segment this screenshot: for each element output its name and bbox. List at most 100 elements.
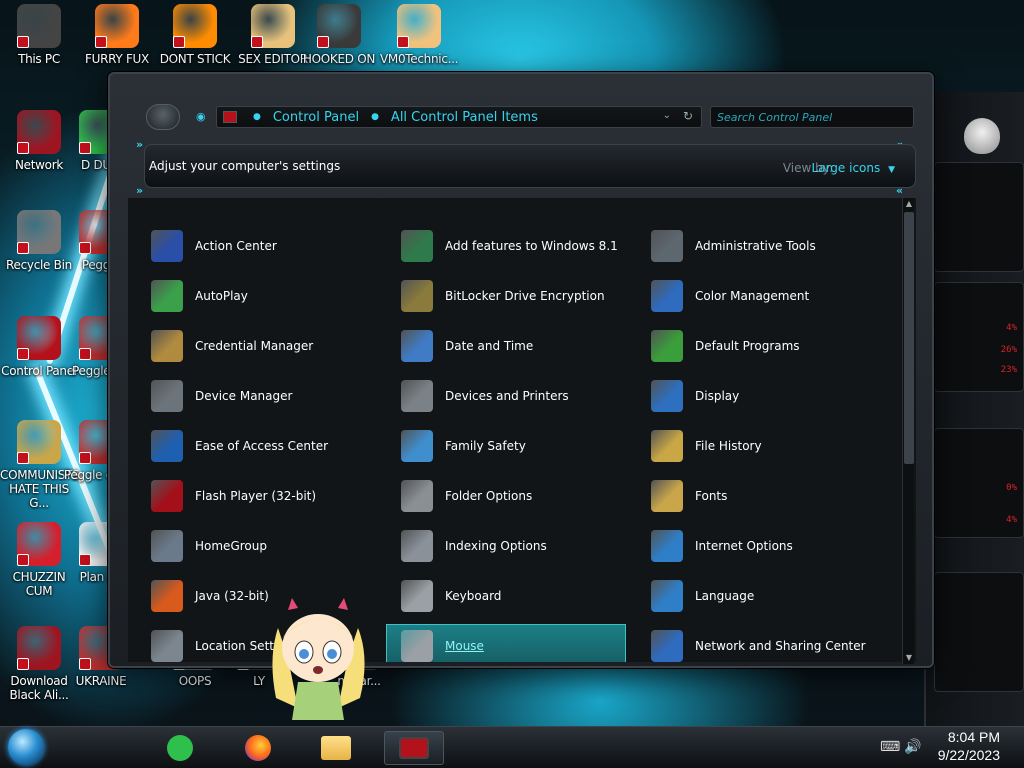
address-dropdown-icon[interactable]: ⌄: [663, 110, 671, 121]
this-pc-icon: [17, 4, 61, 48]
control-panel-item[interactable]: Family Safety: [386, 424, 626, 468]
control-panel-item[interactable]: Devices and Printers: [386, 374, 626, 418]
desktop-shortcut-label: HOOKED ON: [302, 52, 376, 66]
control-panel-item-label: Action Center: [195, 239, 277, 253]
folder-options-icon: [401, 480, 433, 512]
control-panel-item[interactable]: Default Programs: [636, 324, 876, 368]
network-tray-icon[interactable]: ⌨: [880, 739, 900, 755]
scroll-up-icon[interactable]: ▲: [903, 198, 915, 210]
control-panel-item[interactable]: Date and Time: [386, 324, 626, 368]
taskbar-firefox[interactable]: [228, 731, 288, 765]
control-panel-flag-icon: [223, 111, 237, 123]
address-bar[interactable]: ● Control Panel ● All Control Panel Item…: [216, 106, 702, 128]
shortcut-arrow-icon: [79, 348, 91, 360]
taskbar-file-explorer[interactable]: [306, 731, 366, 765]
control-panel-item[interactable]: Internet Options: [636, 524, 876, 568]
control-panel-item[interactable]: Display: [636, 374, 876, 418]
desktop-shortcut[interactable]: DONT STICK: [156, 4, 234, 66]
autoplay-icon: [151, 280, 183, 312]
control-panel-item[interactable]: Ease of Access Center: [136, 424, 376, 468]
control-panel-item[interactable]: Keyboard: [386, 574, 626, 618]
refresh-icon[interactable]: ↻: [683, 109, 693, 123]
gadget-stat: 23%: [1000, 365, 1017, 375]
view-by-dropdown[interactable]: Large icons ▼: [812, 161, 895, 175]
control-panel-item[interactable]: Add features to Windows 8.1: [386, 224, 626, 268]
corner-chevron-icon: ‹‹: [896, 184, 903, 197]
shortcut-arrow-icon: [251, 36, 263, 48]
desktop-shortcut[interactable]: HOOKED ON: [300, 4, 378, 66]
printer-icon: [401, 380, 433, 412]
desktop-shortcut[interactable]: VM0Technic...: [380, 4, 458, 66]
control-panel-item[interactable]: Administrative Tools: [636, 224, 876, 268]
keyboard-icon: [401, 580, 433, 612]
control-panel-window[interactable]: ◉ ● Control Panel ● All Control Panel It…: [108, 72, 934, 668]
language-globe-icon: [651, 580, 683, 612]
star-character-icon: [272, 598, 365, 720]
control-panel-item[interactable]: Color Management: [636, 274, 876, 318]
control-panel-items-list: Action Center Add features to Windows 8.1…: [128, 198, 916, 662]
control-panel-item[interactable]: Network and Sharing Center: [636, 624, 876, 662]
shortcut-arrow-icon: [79, 142, 91, 154]
command-bar: Adjust your computer's settings View by:…: [144, 144, 916, 188]
shortcut-arrow-icon: [317, 36, 329, 48]
shortcut-arrow-icon: [79, 658, 91, 670]
desktop-shortcut-label: DONT STICK: [159, 52, 231, 66]
control-panel-item[interactable]: BitLocker Drive Encryption: [386, 274, 626, 318]
taskbar: ⌨ 🔊 8:04 PM 9/22/2023: [0, 726, 1024, 768]
control-panel-item[interactable]: AutoPlay: [136, 274, 376, 318]
flag-icon: [151, 230, 183, 262]
control-panel-item[interactable]: Folder Options: [386, 474, 626, 518]
back-button[interactable]: [146, 104, 180, 130]
clock-time[interactable]: 8:04 PM: [948, 729, 1000, 745]
control-panel-item[interactable]: Flash Player (32-bit): [136, 474, 376, 518]
gadget-stat: 4%: [1006, 515, 1017, 525]
hooked-on-game-icon: [317, 4, 361, 48]
control-panel-item-label: File History: [695, 439, 762, 453]
scroll-thumb[interactable]: [904, 212, 914, 464]
gadget-panel-disk: 0% 4%: [934, 428, 1024, 538]
desktop-shortcut[interactable]: FURRY FUX: [78, 4, 156, 66]
control-panel-item[interactable]: Device Manager: [136, 374, 376, 418]
family-safety-icon: [401, 430, 433, 462]
start-button[interactable]: [8, 729, 44, 765]
control-panel-item[interactable]: Language: [636, 574, 876, 618]
view-by-value: Large icons: [811, 161, 881, 175]
breadcrumb-control-panel[interactable]: Control Panel: [273, 110, 359, 125]
scroll-down-icon[interactable]: ▼: [903, 652, 915, 664]
search-input[interactable]: Search Control Panel: [710, 106, 914, 128]
control-panel-item[interactable]: Fonts: [636, 474, 876, 518]
page-title: Adjust your computer's settings: [149, 159, 341, 173]
shortcut-arrow-icon: [17, 658, 29, 670]
control-panel-item-label: Family Safety: [445, 439, 526, 453]
shortcut-arrow-icon: [17, 348, 29, 360]
control-panel-item-label: AutoPlay: [195, 289, 248, 303]
star-character-sticker: [258, 598, 378, 720]
control-panel-item-label: Language: [695, 589, 755, 603]
nav-indicator-icon: ◉: [196, 110, 206, 123]
desktop-shortcut-label: UKRAINE: [75, 674, 127, 688]
shortcut-arrow-icon: [173, 36, 185, 48]
shortcut-arrow-icon: [79, 452, 91, 464]
control-panel-item-label: Indexing Options: [445, 539, 547, 553]
desktop-shortcut-label: This PC: [18, 52, 60, 66]
breadcrumb-separator-icon: ●: [253, 112, 261, 122]
taskbar-control-panel[interactable]: [384, 731, 444, 765]
taskbar-notes-app[interactable]: [150, 731, 210, 765]
corner-chevron-icon: ››: [136, 184, 143, 197]
control-panel-item-label: Color Management: [695, 289, 810, 303]
control-panel-item[interactable]: Mouse: [386, 624, 626, 662]
breadcrumb-all-items[interactable]: All Control Panel Items: [391, 110, 538, 125]
volume-tray-icon[interactable]: 🔊: [904, 739, 921, 755]
control-panel-item-label: Keyboard: [445, 589, 502, 603]
control-panel-item[interactable]: Action Center: [136, 224, 376, 268]
desktop-shortcut[interactable]: This PC: [0, 4, 78, 66]
clock-date[interactable]: 9/22/2023: [938, 747, 1000, 763]
control-panel-item-label: HomeGroup: [195, 539, 267, 553]
control-panel-item[interactable]: Credential Manager: [136, 324, 376, 368]
control-panel-item-label: Display: [695, 389, 740, 403]
control-panel-item[interactable]: Indexing Options: [386, 524, 626, 568]
control-panel-item[interactable]: File History: [636, 424, 876, 468]
vertical-scrollbar[interactable]: ▲ ▼: [902, 198, 914, 664]
control-panel-item[interactable]: HomeGroup: [136, 524, 376, 568]
location-icon: [151, 630, 183, 662]
